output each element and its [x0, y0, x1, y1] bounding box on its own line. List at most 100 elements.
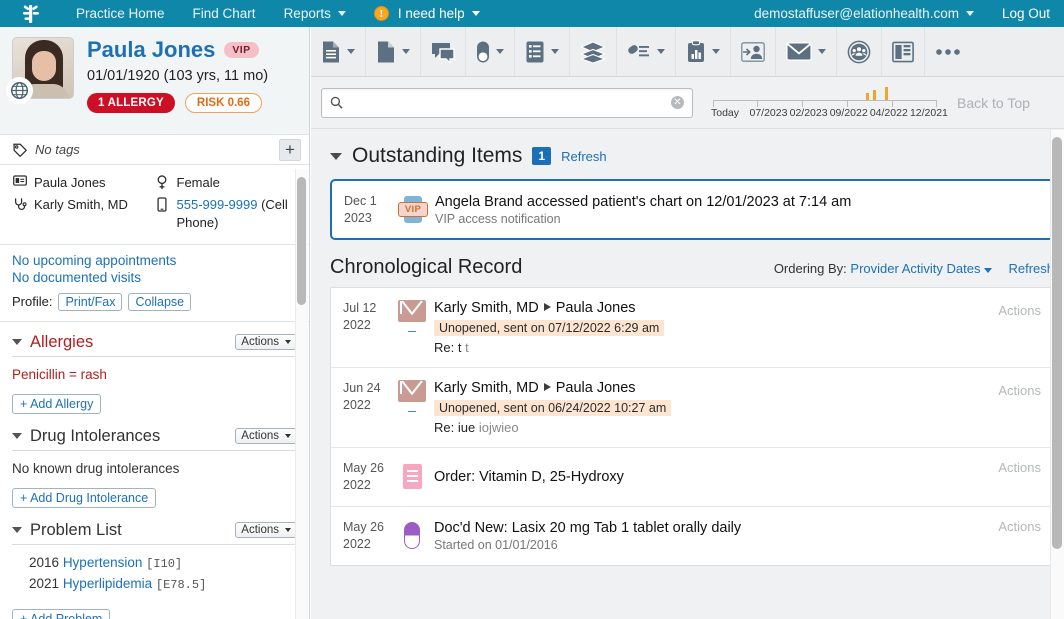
table-row[interactable]: Jun 24 2022 – Karly Smith, MDPaula Jones… [331, 368, 1053, 448]
row-subject-preview: iojwieo [479, 420, 519, 435]
allergy-item[interactable]: Penicillin = rash [12, 367, 297, 382]
toolbar-button-results[interactable] [676, 27, 731, 76]
main-scrollbar-thumb[interactable] [1052, 137, 1062, 549]
row-date-bottom: 2022 [343, 477, 390, 494]
add-drug-intolerance-button[interactable]: + Add Drug Intolerance [12, 488, 156, 508]
table-row[interactable]: Jul 12 2022 – Karly Smith, MDPaula Jones… [331, 288, 1053, 368]
back-to-top-link[interactable]: Back to Top [957, 95, 1030, 111]
toolbar-button-orders[interactable] [515, 27, 570, 76]
outstanding-item-row[interactable]: Dec 1 2023 VIP Angela Brand accessed pat… [330, 179, 1054, 240]
row-actions-link[interactable]: Actions [998, 383, 1041, 398]
chevron-down-icon[interactable] [657, 49, 665, 54]
sidebar-scrollbar-thumb[interactable] [297, 177, 306, 305]
toolbar-button-panel-layout[interactable] [882, 27, 925, 76]
demographics-patient-name: Paula Jones [34, 174, 106, 192]
arrow-right-icon [544, 303, 551, 311]
outstanding-items-count-badge: 1 [532, 147, 551, 165]
table-row[interactable]: May 26 2022 Order: Vitamin D, 25-Hydroxy… [331, 448, 1053, 507]
chevron-down-icon[interactable] [818, 49, 826, 54]
documented-visits-link[interactable]: No documented visits [12, 270, 297, 285]
add-tag-button[interactable]: + [279, 139, 301, 161]
problem-list-actions-button[interactable]: Actions [235, 522, 297, 538]
top-navigation-bar: Practice Home Find Chart Reports ! I nee… [0, 0, 1064, 27]
chevron-down-icon[interactable] [496, 49, 504, 54]
problem-list-title: Problem List [30, 521, 122, 540]
tags-row: No tags + [0, 135, 309, 165]
blank-page-icon [376, 40, 396, 64]
elation-logo[interactable] [0, 0, 62, 27]
nav-reports[interactable]: Reports [270, 0, 360, 27]
problem-list-section-header[interactable]: Problem List Actions [12, 516, 297, 545]
search-and-timeline-bar: ✕ Today 07/2023 02/2023 09/2022 04/2022 … [311, 77, 1064, 129]
collapse-triangle-icon[interactable] [12, 527, 22, 533]
toolbar-button-add-person[interactable] [731, 27, 776, 76]
print-fax-button[interactable]: Print/Fax [58, 293, 122, 311]
toolbar-button-document-lines[interactable] [311, 27, 366, 76]
problem-name[interactable]: Hyperlipidemia [63, 576, 152, 591]
chronological-refresh-link[interactable]: Refresh [1008, 261, 1054, 276]
chart-timeline[interactable]: Today 07/2023 02/2023 09/2022 04/2022 12… [711, 84, 943, 122]
user-account-menu[interactable]: demostaffuser@elationhealth.com [740, 0, 988, 27]
row-participants: Karly Smith, MDPaula Jones [434, 380, 998, 396]
chevron-down-icon[interactable] [402, 49, 410, 54]
row-date-bottom: 2022 [343, 317, 390, 334]
medication-pill-icon [404, 522, 420, 549]
search-box[interactable]: ✕ [321, 88, 693, 118]
profile-label: Profile: [12, 294, 52, 309]
row-subtitle: Started on 01/01/2016 [434, 538, 998, 552]
phone-number-link[interactable]: 555-999-9999 [177, 197, 258, 212]
avatar[interactable] [12, 37, 74, 99]
table-row[interactable]: May 26 2022 Doc'd New: Lasix 20 mg Tab 1… [331, 507, 1053, 565]
toolbar-button-layers[interactable] [570, 27, 617, 76]
add-problem-button[interactable]: + Add Problem [12, 609, 110, 619]
toolbar-button-blank-page[interactable] [366, 27, 421, 76]
upcoming-appointments-link[interactable]: No upcoming appointments [12, 253, 297, 268]
demographics-provider-row: Karly Smith, MD [12, 196, 155, 214]
outstanding-refresh-link[interactable]: Refresh [561, 149, 607, 164]
collapse-triangle-icon[interactable] [12, 433, 22, 439]
outstanding-item-icon-cell: VIP [391, 196, 435, 223]
envelope-icon [786, 42, 812, 61]
toolbar-button-group[interactable] [837, 27, 882, 76]
allergy-count-badge[interactable]: 1 ALLERGY [87, 93, 175, 113]
patient-dob-age: 01/01/1920 (103 yrs, 11 mo) [87, 68, 297, 84]
allergies-actions-label: Actions [241, 336, 279, 348]
globe-icon[interactable] [6, 77, 33, 104]
row-actions-link[interactable]: Actions [998, 519, 1041, 534]
no-drug-intolerances-text: No known drug intolerances [12, 461, 297, 476]
problem-name[interactable]: Hypertension [63, 555, 143, 570]
main-panel: ✕ Today 07/2023 02/2023 09/2022 04/2022 … [311, 27, 1064, 619]
nav-i-need-help[interactable]: ! I need help [360, 0, 494, 27]
toolbar-button-mail[interactable] [776, 27, 837, 76]
timeline-label-3: 09/2022 [829, 107, 869, 119]
allergies-section: Allergies Actions Penicillin = rash + Ad… [0, 328, 309, 416]
toolbar-button-prescription[interactable] [617, 27, 676, 76]
row-actions-link[interactable]: Actions [998, 460, 1041, 475]
row-actions-link[interactable]: Actions [998, 303, 1041, 318]
allergies-actions-button[interactable]: Actions [235, 334, 297, 350]
drug-intolerances-section: Drug Intolerances Actions No known drug … [0, 422, 309, 510]
chevron-down-icon[interactable] [712, 49, 720, 54]
toolbar-button-chat[interactable] [421, 27, 466, 76]
chevron-down-icon[interactable] [347, 49, 355, 54]
collapse-triangle-icon[interactable] [12, 339, 22, 345]
nav-practice-home[interactable]: Practice Home [62, 0, 179, 27]
toolbar-button-medication[interactable] [466, 27, 515, 76]
clear-x-icon[interactable]: ✕ [671, 96, 684, 109]
collapse-triangle-icon[interactable] [330, 153, 342, 160]
allergies-section-header[interactable]: Allergies Actions [12, 328, 297, 357]
chevron-down-icon[interactable] [551, 49, 559, 54]
collapse-button[interactable]: Collapse [128, 293, 191, 311]
drug-intolerances-section-header[interactable]: Drug Intolerances Actions [12, 422, 297, 451]
drug-intolerances-actions-button[interactable]: Actions [235, 428, 297, 444]
nav-find-chart[interactable]: Find Chart [179, 0, 270, 27]
timeline-tick [802, 100, 803, 107]
ordering-by-dropdown[interactable]: Provider Activity Dates [850, 261, 992, 276]
add-allergy-button[interactable]: + Add Allergy [12, 394, 101, 414]
allergies-body: Penicillin = rash + Add Allergy [12, 357, 297, 416]
logout-button[interactable]: Log Out [988, 0, 1064, 27]
toolbar-button-more[interactable] [925, 27, 971, 76]
risk-score-badge[interactable]: RISK 0.66 [185, 93, 262, 113]
page-title[interactable]: Paula Jones [87, 38, 215, 62]
search-input[interactable] [349, 94, 671, 111]
